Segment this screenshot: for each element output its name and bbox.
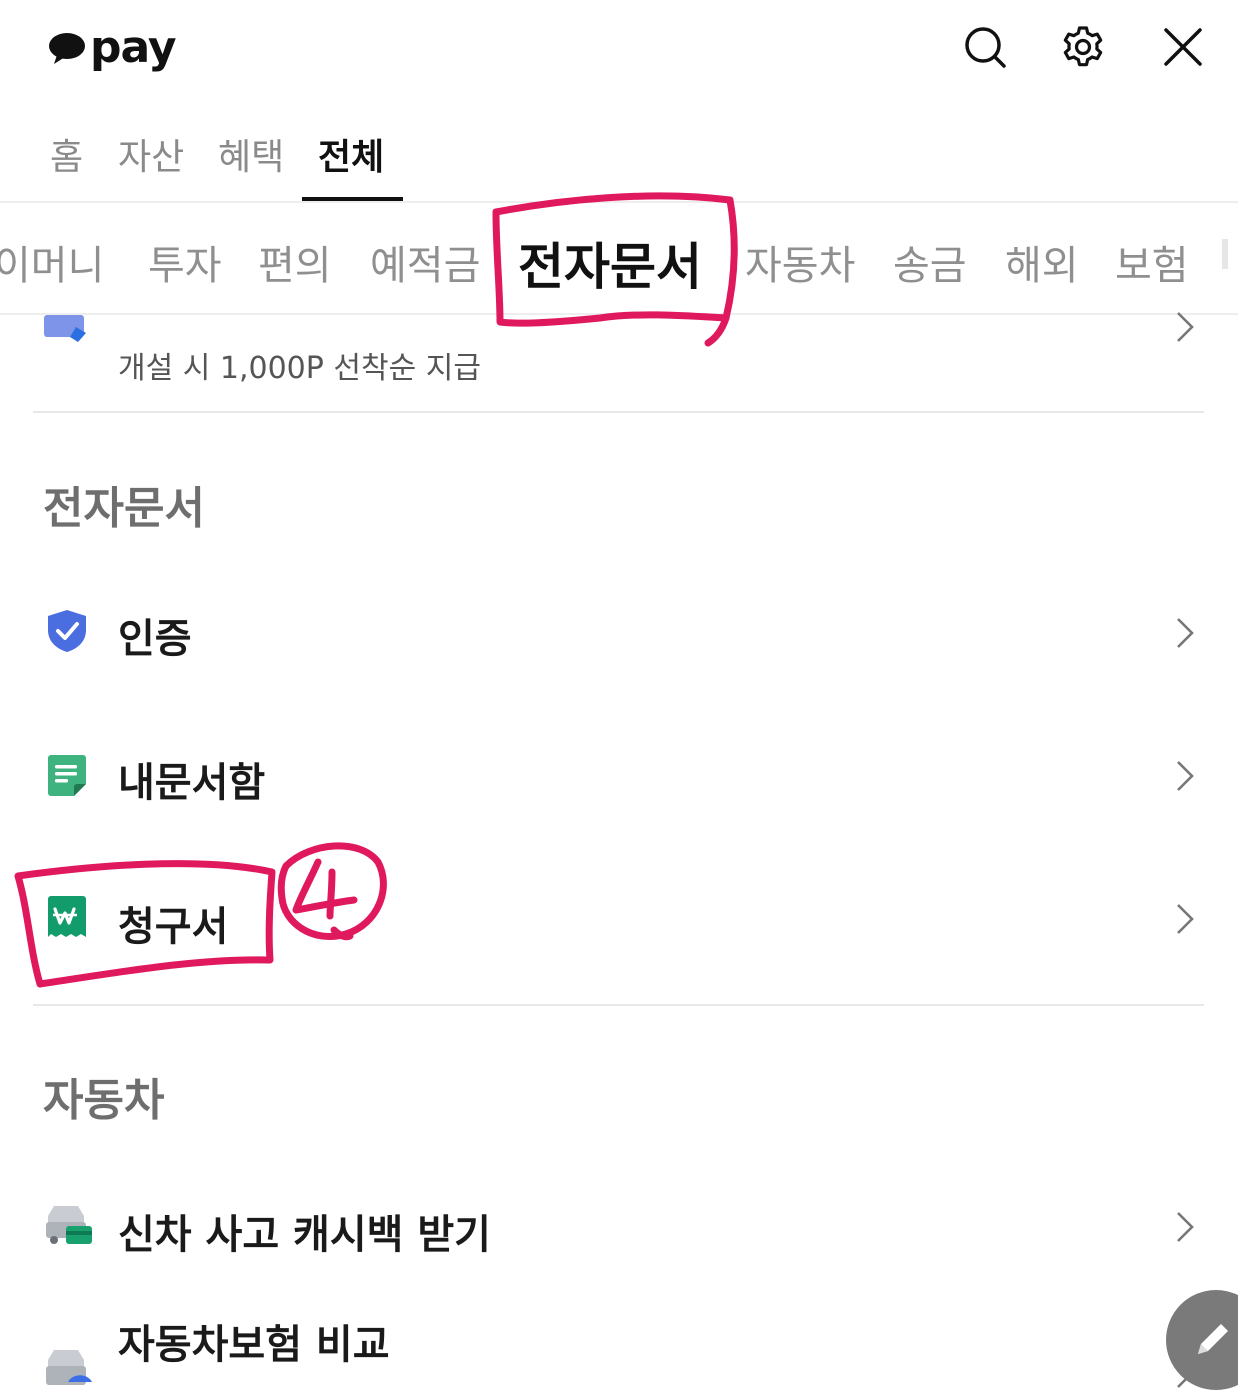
- next-tab-peek: [1222, 239, 1228, 269]
- list-item-certification[interactable]: 인증: [0, 580, 1238, 684]
- section-title-car: 자동차: [43, 1075, 165, 1126]
- car-insurance-compare-label: 자동차보험 비교: [118, 1322, 390, 1368]
- chevron-right-icon: [1177, 1212, 1194, 1242]
- speech-bubble-icon: [49, 33, 85, 64]
- pencil-icon: [1198, 1324, 1228, 1354]
- tab-assets[interactable]: 자산: [118, 128, 184, 180]
- category-tab-e-document[interactable]: 전자문서: [518, 227, 702, 299]
- list-item-car-insurance-compare[interactable]: 자동차보험 비교: [0, 1300, 1238, 1388]
- search-icon[interactable]: [962, 24, 1008, 70]
- category-tab-transfer[interactable]: 송금: [893, 233, 967, 291]
- section-separator: [33, 411, 1204, 413]
- kakaopay-logo: pay: [48, 18, 177, 78]
- category-tab-strip[interactable]: 이머니 투자 편의 예적금 전자문서 자동차 송금 해외 보험: [0, 203, 1238, 313]
- account-subtitle: 개설 시 1,000P 선착순 지급: [118, 351, 481, 386]
- chevron-right-icon: [1177, 618, 1194, 648]
- document-icon: [48, 755, 86, 796]
- category-tab-emoney[interactable]: 이머니: [0, 233, 104, 291]
- my-documents-label: 내문서함: [118, 760, 266, 806]
- section-separator: [33, 1004, 1204, 1006]
- chevron-right-icon: [1177, 904, 1194, 934]
- car-cashback-icon: [46, 1206, 92, 1244]
- chevron-right-icon: [1177, 761, 1194, 791]
- category-tab-car[interactable]: 자동차: [745, 233, 855, 291]
- category-tab-insurance[interactable]: 보험: [1115, 233, 1189, 291]
- tab-all[interactable]: 전체: [318, 128, 384, 180]
- new-car-cashback-label: 신차 사고 캐시백 받기: [118, 1212, 491, 1258]
- car-insurance-icon: [46, 1350, 92, 1385]
- gear-icon[interactable]: [1060, 24, 1106, 70]
- list-item-account[interactable]: 개설 시 1,000P 선착순 지급: [0, 312, 1238, 395]
- chevron-right-icon: [1177, 312, 1194, 342]
- list-item-bill[interactable]: 청구서: [0, 866, 1238, 970]
- category-tab-invest[interactable]: 투자: [148, 233, 222, 291]
- tab-benefits[interactable]: 혜택: [218, 128, 284, 180]
- bill-label: 청구서: [118, 904, 229, 950]
- category-tab-savings[interactable]: 예적금: [370, 233, 480, 291]
- logo-text: pay: [90, 22, 177, 73]
- close-icon[interactable]: [1160, 24, 1206, 70]
- shield-check-icon: [48, 610, 86, 652]
- section-title-e-document: 전자문서: [43, 483, 205, 534]
- category-tab-overseas[interactable]: 해외: [1005, 233, 1079, 291]
- list-item-new-car-cashback[interactable]: 신차 사고 캐시백 받기: [0, 1176, 1238, 1280]
- tab-home[interactable]: 홈: [50, 128, 83, 180]
- certification-label: 인증: [118, 616, 192, 662]
- won-bill-icon: [48, 896, 86, 937]
- category-tab-convenience[interactable]: 편의: [258, 233, 332, 291]
- card-icon: [44, 315, 86, 342]
- list-item-my-documents[interactable]: 내문서함: [0, 722, 1238, 826]
